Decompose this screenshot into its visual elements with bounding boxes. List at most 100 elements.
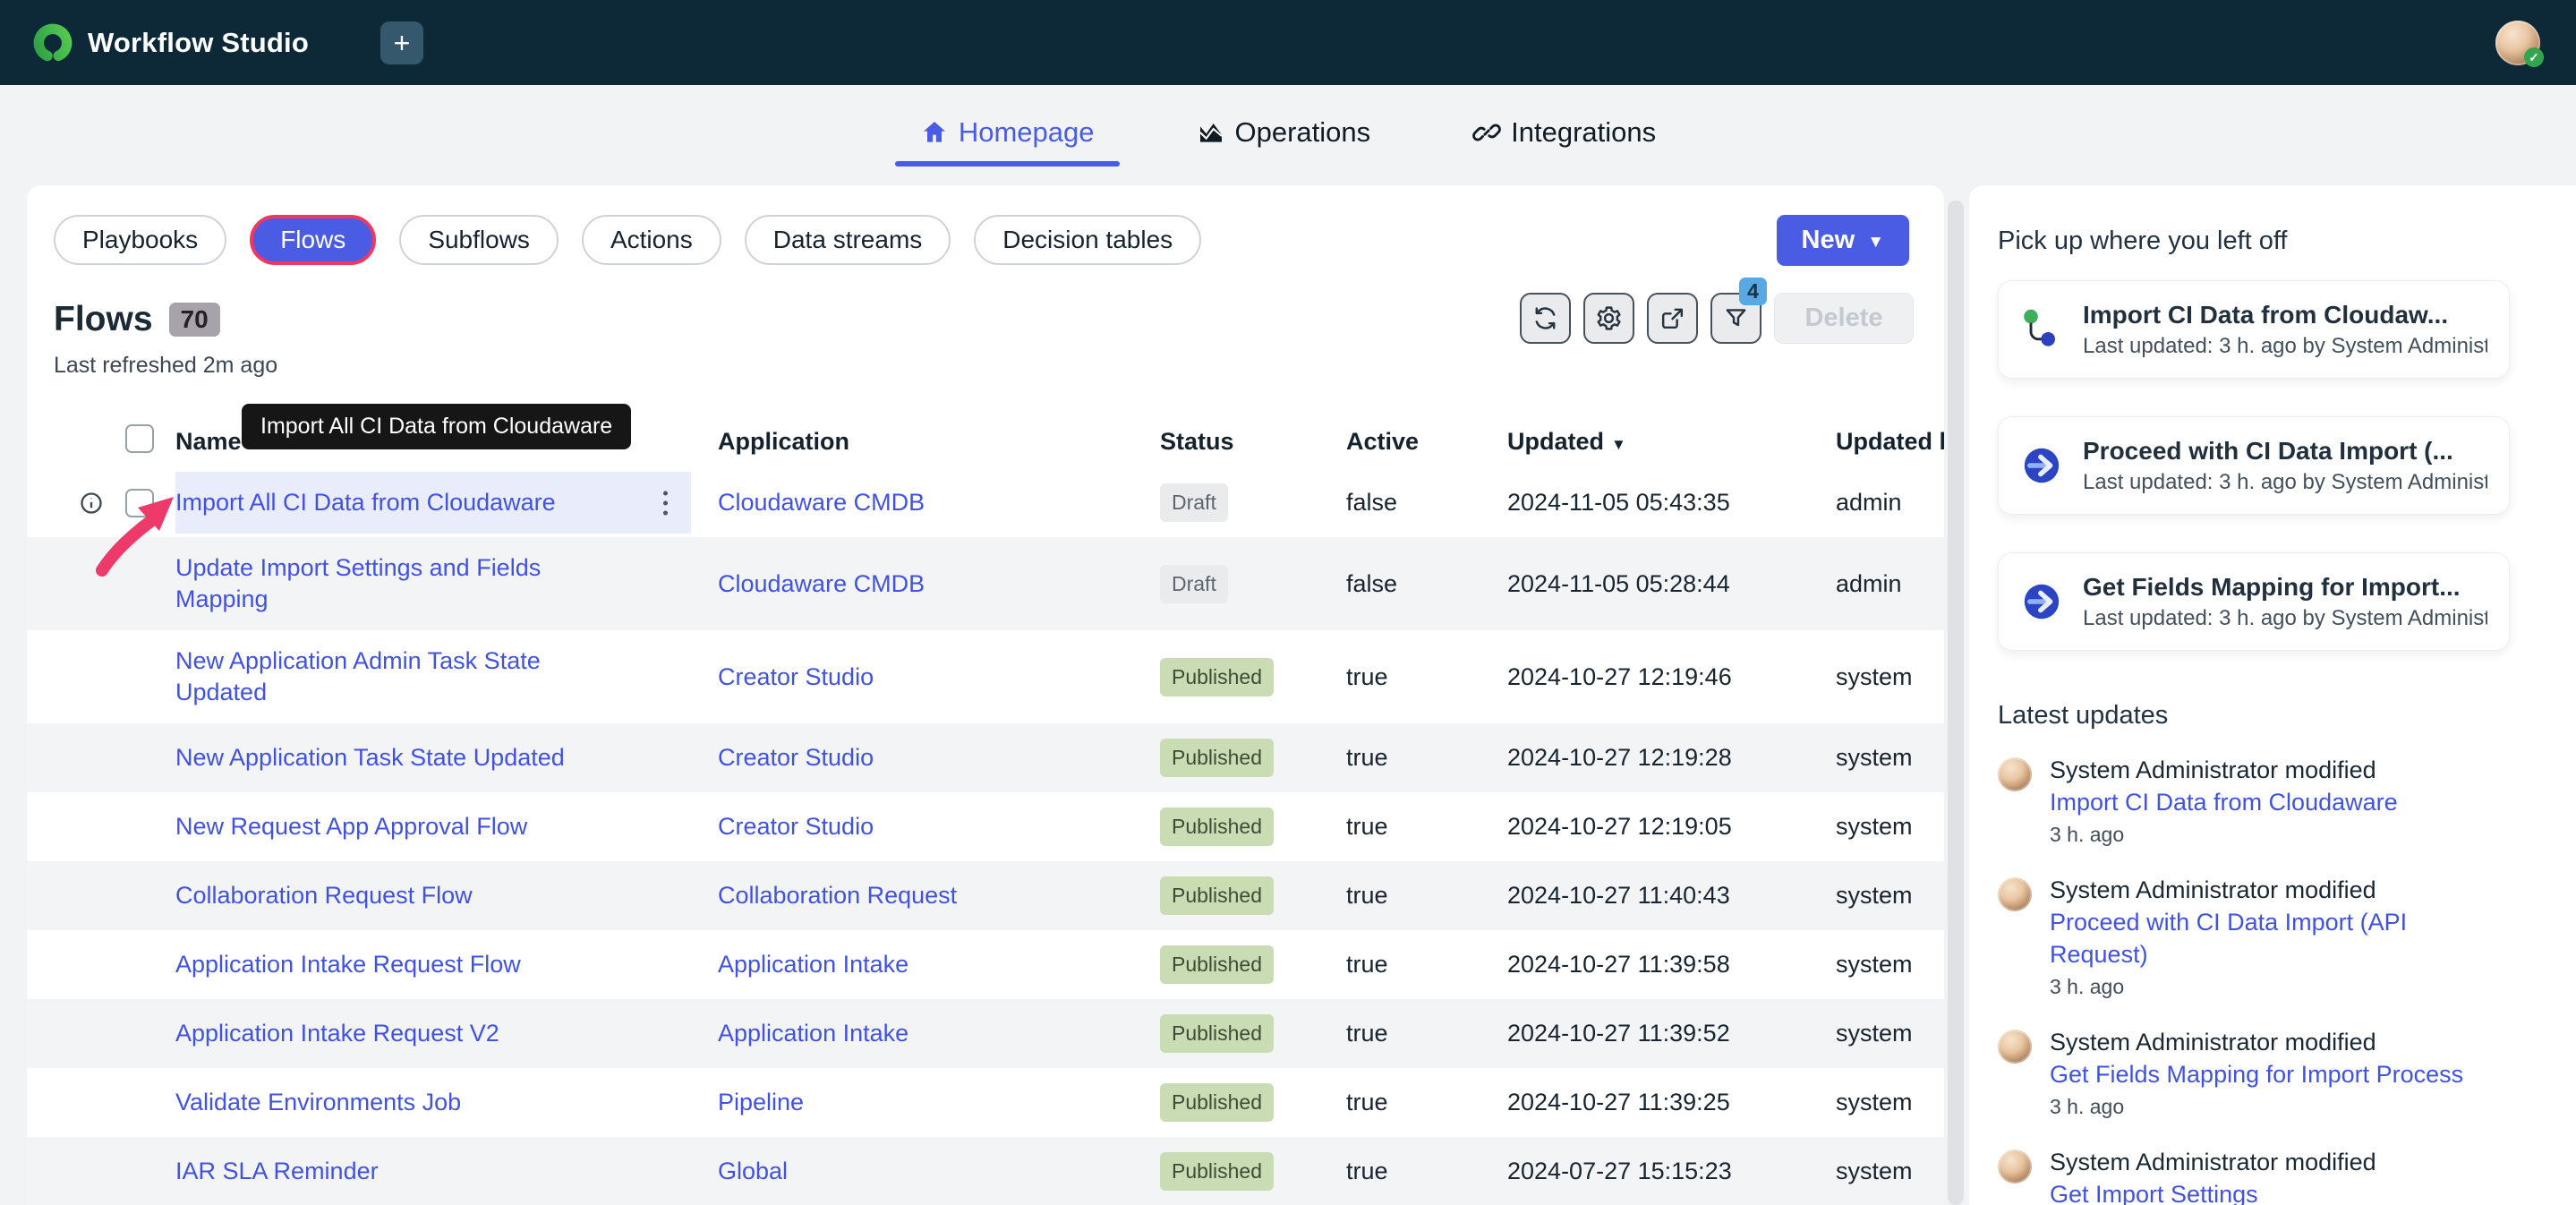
- status-badge: Published: [1160, 658, 1274, 697]
- application-link[interactable]: Creator Studio: [718, 663, 874, 690]
- table-row[interactable]: Import All CI Data from Cloudaware Cloud…: [27, 468, 1944, 537]
- filter-pill[interactable]: Flows: [250, 215, 376, 265]
- flow-name-link[interactable]: New Application Task State Updated: [175, 744, 565, 771]
- update-item: System Administrator modified Get Import…: [1998, 1146, 2510, 1205]
- update-target-link[interactable]: Get Import Settings: [2050, 1181, 2258, 1205]
- table-row[interactable]: Collaboration Request Flow Collaboration…: [27, 861, 1944, 930]
- active-value: true: [1319, 796, 1480, 858]
- card-title: Import CI Data from Cloudaw...: [2083, 298, 2487, 332]
- updated-value: 2024-10-27 12:19:28: [1480, 727, 1809, 789]
- filter-pill[interactable]: Data streams: [745, 215, 951, 265]
- flow-name-link[interactable]: Update Import Settings and Fields Mappin…: [175, 554, 541, 612]
- filter-pill[interactable]: Playbooks: [54, 215, 226, 265]
- online-check-icon: ✓: [2524, 47, 2544, 67]
- updated-value: 2024-10-27 11:39:58: [1480, 934, 1809, 996]
- refresh-button[interactable]: [1520, 293, 1571, 344]
- application-link[interactable]: Global: [718, 1158, 788, 1184]
- sort-desc-icon: ▼: [1611, 436, 1626, 453]
- table-row[interactable]: New Application Admin Task State Updated…: [27, 630, 1944, 723]
- avatar: [1998, 1149, 2032, 1184]
- flow-name-link[interactable]: IAR SLA Reminder: [175, 1158, 379, 1184]
- flow-name-link[interactable]: Application Intake Request V2: [175, 1020, 499, 1047]
- update-actor: System Administrator modified: [2050, 754, 2398, 786]
- delete-button[interactable]: Delete: [1774, 293, 1914, 344]
- export-button[interactable]: [1647, 293, 1698, 344]
- application-link[interactable]: Collaboration Request: [718, 882, 957, 909]
- application-link[interactable]: Pipeline: [718, 1089, 804, 1115]
- updated-by-value: system: [1809, 727, 1944, 789]
- status-badge: Published: [1160, 945, 1274, 984]
- refresh-icon: [1531, 304, 1559, 332]
- tab-integrations[interactable]: Integrations: [1447, 106, 1681, 167]
- pickup-title: Pick up where you left off: [1998, 226, 2576, 256]
- table-row[interactable]: Update Import Settings and Fields Mappin…: [27, 537, 1944, 630]
- new-button[interactable]: New ▼: [1777, 215, 1909, 266]
- updated-value: 2024-10-27 11:40:43: [1480, 865, 1809, 927]
- status-badge: Published: [1160, 1014, 1274, 1053]
- flow-name-link[interactable]: New Request App Approval Flow: [175, 813, 527, 840]
- proceed-icon: [2020, 444, 2063, 487]
- entity-filter-pills: Playbooks Flows Subflows Actions Data st…: [27, 185, 1944, 265]
- flow-name-link[interactable]: Validate Environments Job: [175, 1089, 461, 1115]
- update-target-link[interactable]: Proceed with CI Data Import (API Request…: [2050, 909, 2407, 968]
- count-badge: 70: [169, 303, 220, 337]
- application-link[interactable]: Application Intake: [718, 1020, 908, 1047]
- updated-value: 2024-11-05 05:43:35: [1480, 472, 1809, 534]
- column-header-active[interactable]: Active: [1319, 428, 1480, 456]
- application-link[interactable]: Creator Studio: [718, 813, 874, 840]
- kebab-menu-icon[interactable]: [663, 491, 668, 515]
- table-body: Import All CI Data from Cloudaware Cloud…: [27, 468, 1944, 1205]
- status-badge: Draft: [1160, 483, 1228, 522]
- status-badge: Published: [1160, 1152, 1274, 1191]
- table-row[interactable]: New Request App Approval Flow Creator St…: [27, 792, 1944, 861]
- settings-button[interactable]: [1583, 293, 1634, 344]
- table-row[interactable]: IAR SLA Reminder Global Published true 2…: [27, 1137, 1944, 1205]
- flow-name-link[interactable]: New Application Admin Task State Updated: [175, 647, 541, 705]
- pickup-card[interactable]: Get Fields Mapping for Import... Last up…: [1998, 552, 2510, 651]
- table-row[interactable]: New Application Task State Updated Creat…: [27, 723, 1944, 792]
- vertical-scrollbar[interactable]: [1948, 201, 1964, 1205]
- pickup-card[interactable]: Import CI Data from Cloudaw... Last upda…: [1998, 280, 2510, 379]
- flow-name-link[interactable]: Collaboration Request Flow: [175, 882, 473, 909]
- active-value: false: [1319, 472, 1480, 534]
- annotation-arrow: [81, 481, 206, 588]
- updated-by-value: system: [1809, 934, 1944, 996]
- application-link[interactable]: Cloudaware CMDB: [718, 489, 925, 516]
- filter-pill[interactable]: Actions: [582, 215, 721, 265]
- table-row[interactable]: Application Intake Request V2 Applicatio…: [27, 999, 1944, 1068]
- column-header-application[interactable]: Application: [691, 428, 1133, 456]
- filter-pill[interactable]: Decision tables: [974, 215, 1201, 265]
- flow-name-link[interactable]: Import All CI Data from Cloudaware: [175, 489, 556, 516]
- select-all-checkbox[interactable]: [125, 424, 154, 453]
- filter-button[interactable]: 4: [1710, 293, 1761, 344]
- application-link[interactable]: Cloudaware CMDB: [718, 570, 925, 597]
- table-row[interactable]: Validate Environments Job Pipeline Publi…: [27, 1068, 1944, 1137]
- latest-updates-title: Latest updates: [1998, 701, 2576, 731]
- updated-by-value: admin: [1809, 472, 1944, 534]
- status-badge: Draft: [1160, 565, 1228, 603]
- user-avatar[interactable]: ✓: [2495, 21, 2540, 65]
- application-link[interactable]: Application Intake: [718, 951, 908, 978]
- flow-name-link[interactable]: Application Intake Request Flow: [175, 951, 521, 978]
- pickup-card[interactable]: Proceed with CI Data Import (... Last up…: [1998, 416, 2510, 515]
- updated-value: 2024-10-27 12:19:05: [1480, 796, 1809, 858]
- column-header-updated[interactable]: Updated▼: [1480, 428, 1809, 456]
- active-value: true: [1319, 646, 1480, 708]
- column-header-status[interactable]: Status: [1133, 428, 1319, 456]
- integrations-link-icon: [1472, 118, 1501, 147]
- last-refreshed-text: Last refreshed 2m ago: [54, 353, 1944, 379]
- tab-operations[interactable]: Operations: [1172, 106, 1396, 167]
- filter-pill[interactable]: Subflows: [399, 215, 559, 265]
- update-item: System Administrator modified Import CI …: [1998, 754, 2510, 849]
- new-tab-button[interactable]: +: [380, 21, 423, 64]
- application-link[interactable]: Creator Studio: [718, 744, 874, 771]
- export-icon: [1659, 304, 1686, 332]
- avatar: [1998, 877, 2032, 911]
- table-row[interactable]: Application Intake Request Flow Applicat…: [27, 930, 1944, 999]
- tab-homepage[interactable]: Homepage: [895, 106, 1120, 167]
- update-target-link[interactable]: Get Fields Mapping for Import Process: [2050, 1061, 2463, 1088]
- update-target-link[interactable]: Import CI Data from Cloudaware: [2050, 789, 2398, 816]
- column-header-updated-by[interactable]: Updated by: [1809, 428, 1944, 456]
- gear-icon: [1595, 304, 1623, 332]
- app-title: Workflow Studio: [88, 27, 309, 59]
